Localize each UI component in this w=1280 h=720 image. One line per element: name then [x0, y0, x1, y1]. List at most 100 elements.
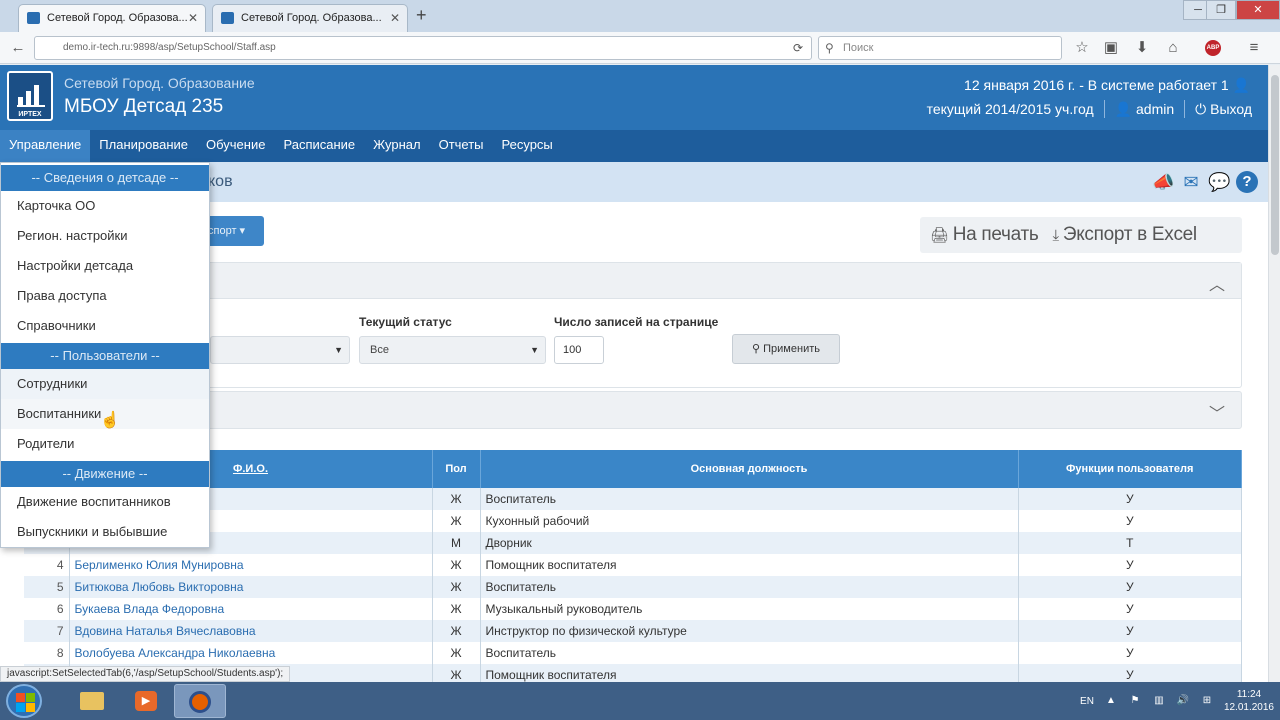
dropdown-section-header: -- Движение -- [1, 461, 209, 487]
menu-item-journal[interactable]: Журнал [364, 130, 429, 162]
chevron-down-icon[interactable]: ﹀ [1209, 400, 1225, 424]
url-text: demo.ir-tech.ru:9898/asp/SetupSchool/Sta… [63, 42, 276, 53]
dropdown-item-directories[interactable]: Справочники [1, 311, 209, 341]
dropdown-item-org-card[interactable]: Карточка ОО [1, 191, 209, 221]
staff-name-link[interactable]: Букаева Влада Федоровна [69, 598, 433, 620]
clock[interactable]: 11:24 12.01.2016 [1224, 688, 1274, 714]
clock-date: 12.01.2016 [1223, 702, 1274, 713]
network-icon[interactable]: ▥ [1152, 694, 1166, 708]
dropdown-item-access-rights[interactable]: Права доступа [1, 281, 209, 311]
dropdown-item-parents[interactable]: Родители [1, 429, 209, 459]
search-placeholder: Поиск [843, 42, 874, 54]
vertical-scrollbar[interactable] [1268, 65, 1280, 682]
org-name: МБОУ Детсад 235 [64, 96, 224, 117]
logout-link[interactable]: Выход [1210, 101, 1252, 117]
adblock-icon[interactable]: ABP [1205, 40, 1221, 56]
hand-cursor-icon: ☝ [100, 412, 120, 429]
reload-icon[interactable]: ⟳ [793, 37, 803, 59]
menu-item-management[interactable]: Управление [0, 130, 91, 162]
browser-search-input[interactable]: ⚲ Поиск [818, 36, 1062, 60]
menu-item-resources[interactable]: Ресурсы [493, 130, 562, 162]
scrollbar-thumb[interactable] [1271, 75, 1279, 255]
divider [1103, 100, 1105, 118]
col-position: Основная должность [480, 450, 1019, 488]
clock-time: 11:24 [1236, 689, 1262, 700]
org-subtitle: Сетевой Город. Образование [64, 75, 255, 91]
language-indicator[interactable]: EN [1080, 696, 1094, 707]
media-player-taskbar-icon[interactable]: ▶ [120, 684, 172, 718]
table-row: 4 Берлименко Юлия Мунировна Ж Помощник в… [24, 554, 1242, 576]
dropdown-item-region-settings[interactable]: Регион. настройки [1, 221, 209, 251]
tab-title: Сетевой Город. Образова... [241, 12, 382, 24]
status-value: Все [370, 344, 389, 356]
chevron-down-icon: ▼ [530, 345, 539, 355]
flag-icon[interactable]: ⚑ [1128, 694, 1142, 708]
browser-tab-2[interactable]: Сетевой Город. Образова... ✕ [212, 4, 408, 32]
menu-item-planning[interactable]: Планирование [90, 130, 197, 162]
tab-title: Сетевой Город. Образова... [47, 12, 188, 24]
site-header: ИРТЕХ Сетевой Город. Образование МБОУ Де… [0, 65, 1268, 130]
school-year[interactable]: текущий 2014/2015 уч.год [927, 101, 1094, 117]
status-select[interactable]: Все ▼ [359, 336, 546, 364]
menu-item-reports[interactable]: Отчеты [430, 130, 493, 162]
power-icon: ⏻ [1195, 100, 1211, 117]
staff-name-link[interactable]: Битюкова Любовь Викторовна [69, 576, 433, 598]
menu-item-education[interactable]: Обучение [197, 130, 274, 162]
menu-item-schedule[interactable]: Расписание [274, 130, 364, 162]
staff-name-link[interactable]: Волобуева Александра Николаевна [69, 642, 433, 664]
records-label: Число записей на странице [554, 315, 719, 329]
printer-icon: 🖨 [930, 227, 949, 244]
browser-tabbar: Сетевой Город. Образова... ✕ Сетевой Гор… [0, 0, 1280, 32]
divider [1184, 100, 1186, 118]
windows-icon[interactable]: ⊞ [1200, 694, 1214, 708]
clipboard-icon[interactable]: ▣ [1101, 38, 1121, 58]
tray-app-icon[interactable]: ▲ [1104, 694, 1118, 708]
excel-export-button[interactable]: ⤓ Экспорт в Excel [1053, 224, 1198, 246]
system-tray: EN ▲ ⚑ ▥ 🔊 ⊞ 11:24 12.01.2016 [1080, 682, 1274, 720]
staff-name-link[interactable]: Берлименко Юлия Мунировна [69, 554, 433, 576]
dropdown-item-pupil-movement[interactable]: Движение воспитанников [1, 487, 209, 517]
bookmark-star-icon[interactable]: ☆ [1072, 38, 1092, 58]
explorer-taskbar-icon[interactable] [66, 684, 118, 718]
maximize-button[interactable]: ❐ [1206, 0, 1236, 20]
close-tab-icon[interactable]: ✕ [390, 5, 400, 31]
download-icon[interactable]: ⬇ [1132, 38, 1152, 58]
browser-tab-1[interactable]: Сетевой Город. Образова... ✕ [18, 4, 206, 32]
new-tab-button[interactable]: + [416, 5, 427, 26]
site-favicon-icon [221, 12, 234, 24]
dropdown-section-header: -- Сведения о детсаде -- [1, 165, 209, 191]
staff-name-link[interactable]: Вдовина Наталья Вячеславовна [69, 620, 433, 642]
firefox-taskbar-icon[interactable] [174, 684, 226, 718]
back-arrow-icon[interactable]: ← [8, 38, 28, 58]
window-close-button[interactable]: ✕ [1236, 0, 1280, 20]
windows-taskbar: ▶ EN ▲ ⚑ ▥ 🔊 ⊞ 11:24 12.01.2016 [0, 682, 1280, 720]
close-tab-icon[interactable]: ✕ [188, 5, 198, 31]
user-icon: 👤 [1114, 100, 1136, 117]
records-per-page-input[interactable]: 100 [554, 336, 604, 364]
chevron-up-icon[interactable]: ︿ [1209, 271, 1225, 295]
megaphone-icon[interactable]: 📣 [1152, 171, 1174, 193]
filter-select-hidden[interactable]: ▼ [210, 336, 350, 364]
print-button[interactable]: 🖨 На печать [930, 224, 1039, 246]
address-bar[interactable]: demo.ir-tech.ru:9898/asp/SetupSchool/Sta… [34, 36, 812, 60]
table-row: 6 Букаева Влада Федоровна Ж Музыкальный … [24, 598, 1242, 620]
username-link[interactable]: admin [1136, 101, 1174, 117]
dropdown-item-staff[interactable]: Сотрудники [1, 369, 209, 399]
chat-icon[interactable]: 💬 [1208, 171, 1230, 193]
col-sex: Пол [432, 450, 481, 488]
mail-icon[interactable]: ✉ [1180, 171, 1202, 193]
start-button[interactable] [6, 684, 42, 718]
logo[interactable]: ИРТЕХ [7, 71, 53, 121]
search-icon: ⚲ [825, 41, 834, 55]
volume-icon[interactable]: 🔊 [1176, 694, 1190, 708]
home-icon[interactable]: ⌂ [1163, 38, 1183, 58]
table-row: 5 Битюкова Любовь Викторовна Ж Воспитате… [24, 576, 1242, 598]
help-icon[interactable]: ? [1236, 171, 1258, 193]
apply-button[interactable]: ⚲ Применить [732, 334, 840, 364]
menu-icon[interactable]: ≡ [1244, 38, 1264, 58]
chevron-down-icon: ▼ [334, 345, 343, 355]
dropdown-item-graduates[interactable]: Выпускники и выбывшие [1, 517, 209, 547]
dropdown-item-kindergarten-settings[interactable]: Настройки детсада [1, 251, 209, 281]
date-online-line: 12 января 2016 г. - В системе работает 1… [964, 77, 1250, 94]
site-favicon-icon [27, 12, 40, 24]
